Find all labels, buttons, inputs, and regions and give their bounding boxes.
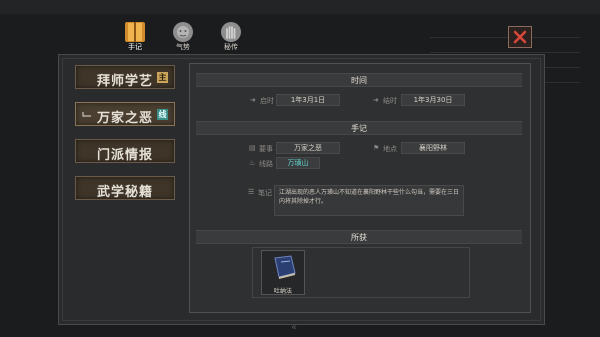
location-value: 襄阳野林 [401,142,465,154]
end-time-label: 结时 [383,97,397,105]
sidebar-item-label: 门派情报 [96,148,153,163]
end-time-value: 1年3月30日 [401,94,465,106]
section-title: 所获 [351,233,367,242]
arrow-right-icon: ➜ [250,96,256,104]
section-header-notes: 手记 [196,121,522,135]
tab-momentum[interactable]: 气势 [165,20,201,54]
main-quest-badge: 主 [157,72,168,83]
sidebar-item-sect-intel[interactable]: 门派情报 [75,139,175,163]
tab-secret-label: 秘传 [224,43,238,51]
section-header-rewards: 所获 [196,230,522,244]
journal-book-icon [125,22,145,42]
sidebar-item-apprenticeship[interactable]: 拜师学艺 主 [75,65,175,89]
event-label: 要事 [259,145,273,153]
clue-value[interactable]: 万璜山 [276,157,320,169]
scroll-icon: ▤ [249,144,256,152]
hand-scroll-icon [221,22,241,42]
start-time-value: 1年3月1日 [276,94,340,106]
arrow-right-icon: ➜ [373,96,379,104]
sidebar-item-martial-manuals[interactable]: 武学秘籍 [75,176,175,200]
bg-divider [430,37,580,38]
section-header-time: 时间 [196,73,522,87]
bg-divider [430,52,580,53]
sidebar-item-label: 武学秘籍 [96,185,153,200]
book-icon [274,255,296,279]
tab-secret[interactable]: 秘传 [213,20,249,54]
event-value: 万家之恶 [276,142,340,154]
collapse-chevron-icon[interactable]: « [291,322,297,333]
lion-head-icon [173,22,193,42]
close-icon [513,30,527,44]
flame-icon: ♨ [249,159,256,167]
section-title: 手记 [351,124,367,133]
close-button[interactable] [508,26,532,48]
memo-label: 笔记 [258,189,272,197]
clue-label: 线路 [259,160,273,168]
tab-momentum-label: 气势 [176,43,190,51]
sidebar-item-wanjia-evil[interactable]: 万家之恶 线 [75,102,175,126]
tab-journal-label: 手记 [128,43,142,51]
section-title: 时间 [351,76,367,85]
list-icon: ☰ [248,188,255,196]
location-label: 地点 [383,145,397,153]
reward-item-name: 吐纳法 [273,288,292,295]
flag-icon: ⚑ [373,144,380,152]
top-bar-background [0,0,600,14]
side-quest-badge: 线 [157,109,168,120]
tab-journal[interactable]: 手记 [117,20,153,54]
start-time-label: 启时 [260,97,274,105]
memo-text: 江湖出现的恶人万璜山不知道在襄阳野林干些什么勾当，需要在三日内将其除掉才行。 [274,185,464,216]
